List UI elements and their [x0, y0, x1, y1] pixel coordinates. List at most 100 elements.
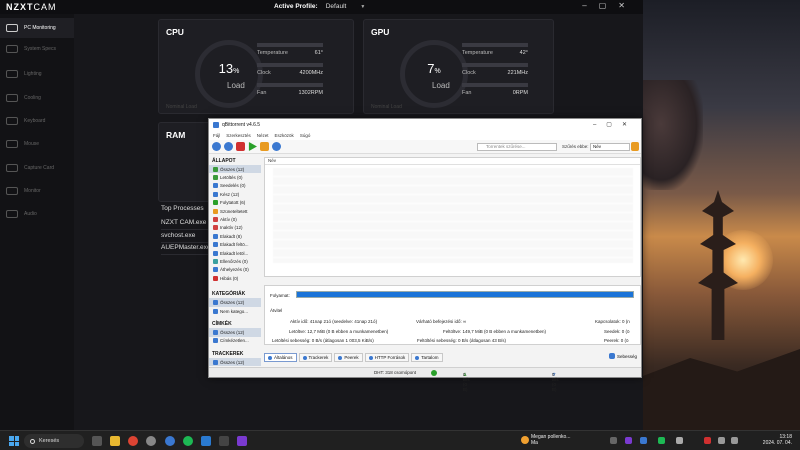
- wallpaper-tree: [643, 80, 703, 190]
- file-explorer-icon[interactable]: [110, 436, 120, 446]
- menu-file[interactable]: Fájl: [213, 133, 220, 138]
- tray-chevron-icon[interactable]: [610, 437, 617, 444]
- status-filter-item[interactable]: Elakadt letöl...: [209, 249, 261, 257]
- tab-trackers[interactable]: Trackerek: [298, 353, 333, 362]
- tab-general[interactable]: Általános: [264, 353, 297, 362]
- tray-app-icon[interactable]: [658, 437, 665, 444]
- nav-monitor[interactable]: Monitor: [0, 181, 74, 201]
- tray-app-icon[interactable]: [704, 437, 711, 444]
- torrent-search-input[interactable]: Torrentek szűrése...: [477, 143, 557, 151]
- status-filter-item[interactable]: Áthelyezés (0): [209, 266, 261, 274]
- nav-keyboard[interactable]: Keyboard: [0, 111, 74, 131]
- menu-edit[interactable]: Szerkesztés: [226, 133, 251, 138]
- status-icon: [213, 200, 218, 206]
- connections: Kapcsolatok: 0 (n: [595, 319, 630, 324]
- status-icon: [213, 191, 218, 197]
- category-item[interactable]: Összes (12): [209, 298, 261, 307]
- settings-icon[interactable]: [146, 436, 156, 446]
- cooling-icon: [6, 94, 18, 102]
- filter-select[interactable]: Név: [590, 143, 630, 151]
- status-filter-item[interactable]: Letöltés (0): [209, 173, 261, 181]
- upload-speed: Feltöltési sebesség: 0 B/s (átlagosan 43…: [417, 338, 507, 343]
- trackers-section-header[interactable]: TRACKEREK: [209, 348, 261, 358]
- qb-statusbar: DHT: 318 csomópont ⇊ 0 B/s (0 B) ⇈ 0 B/s…: [209, 367, 641, 392]
- menu-tools[interactable]: Eszközök: [275, 133, 294, 138]
- menu-help[interactable]: Súgó: [300, 133, 311, 138]
- nav-capture-card[interactable]: Capture Card: [0, 158, 74, 178]
- tracker-icon: [302, 355, 307, 360]
- nav-audio[interactable]: Audio: [0, 204, 74, 224]
- network-icon[interactable]: [718, 437, 725, 444]
- status-filter-item[interactable]: Folytatott (6): [209, 199, 261, 207]
- process-item[interactable]: NZXT CAM.exe: [161, 219, 209, 230]
- cam-window-controls[interactable]: –▢✕: [582, 1, 637, 10]
- process-item[interactable]: svchost.exe: [161, 232, 209, 243]
- speed-button[interactable]: Sebesség: [608, 353, 637, 359]
- tab-content[interactable]: Tartalom: [411, 353, 443, 362]
- tab-http-sources[interactable]: HTTP Források: [364, 353, 410, 362]
- active-profile-selector[interactable]: Active Profile: Default ▼: [274, 3, 365, 10]
- tray-app-icon[interactable]: [676, 437, 683, 444]
- tag-item[interactable]: Összes (12): [209, 328, 261, 337]
- resume-icon[interactable]: [248, 142, 257, 151]
- task-view-icon[interactable]: [92, 436, 102, 446]
- app-icon[interactable]: [201, 436, 211, 446]
- chrome-icon[interactable]: [128, 436, 138, 446]
- pause-icon[interactable]: [260, 142, 269, 151]
- status-filter-item[interactable]: Összes (12): [209, 165, 261, 174]
- cpu-clock: Clock 4200MHz: [257, 63, 323, 76]
- nav-lighting[interactable]: Lighting: [0, 64, 74, 84]
- start-button[interactable]: [9, 436, 19, 446]
- tab-peers[interactable]: Peerek: [334, 353, 363, 362]
- settings-gear-icon[interactable]: [272, 142, 281, 151]
- category-item[interactable]: Nem katego...: [209, 307, 261, 315]
- status-filter-item[interactable]: Szüneteltetett: [209, 207, 261, 215]
- tray-app-icon[interactable]: [625, 437, 632, 444]
- desktop-wallpaper: [643, 0, 800, 430]
- status-filter-item[interactable]: Seedelés (0): [209, 182, 261, 190]
- lock-icon[interactable]: [631, 142, 639, 151]
- taskbar-search[interactable]: Keresés: [24, 434, 84, 448]
- tag-item[interactable]: Címkézetlen...: [209, 337, 261, 345]
- monitor-icon: [6, 24, 18, 32]
- status-filter-item[interactable]: Aktív (0): [209, 215, 261, 223]
- column-header-name[interactable]: Név: [265, 158, 640, 165]
- connection-status-icon[interactable]: [431, 370, 437, 376]
- delete-icon[interactable]: [236, 142, 245, 151]
- eta: Várható befejezési idő: ∞: [416, 319, 467, 324]
- nav-cooling[interactable]: Cooling: [0, 88, 74, 108]
- qb-window-controls[interactable]: –▢✕: [593, 121, 637, 128]
- progress-label: Folyamat:: [270, 293, 290, 298]
- tracker-item[interactable]: Összes (12): [209, 358, 261, 367]
- weather-widget[interactable]: Megan pollenko... Ma: [521, 434, 570, 446]
- torrent-list[interactable]: Név: [264, 157, 641, 277]
- taskbar-clock[interactable]: 13:18 2024. 07. 04.: [752, 434, 792, 446]
- nav-pc-monitoring[interactable]: PC Monitoring: [0, 18, 74, 38]
- gpu-card[interactable]: GPU 7% Load Temperature 42° Clock 221MHz F…: [363, 19, 554, 114]
- nzxt-cam-taskbar-icon[interactable]: [237, 436, 247, 446]
- calculator-icon[interactable]: [219, 436, 229, 446]
- status-filter-item[interactable]: Elakadt (8): [209, 232, 261, 240]
- add-torrent-icon[interactable]: [224, 142, 233, 151]
- qbittorrent-taskbar-icon[interactable]: [165, 436, 175, 446]
- status-filter-item[interactable]: Kész (12): [209, 190, 261, 198]
- add-link-icon[interactable]: [212, 142, 221, 151]
- tags-section-header[interactable]: CÍMKÉK: [209, 318, 261, 328]
- spotify-icon[interactable]: [183, 436, 193, 446]
- cpu-card[interactable]: CPU 13% Load Temperature 61° Clock 4200MHz…: [158, 19, 354, 114]
- status-filter-item[interactable]: Elakadt feltö...: [209, 241, 261, 249]
- nav-mouse[interactable]: Mouse: [0, 134, 74, 154]
- tray-app-icon[interactable]: [640, 437, 647, 444]
- process-item[interactable]: AUEPMaster.exe: [161, 244, 211, 255]
- status-section-header[interactable]: ÁLLAPOT: [209, 155, 261, 165]
- categories-section-header[interactable]: KATEGÓRIÁK: [209, 288, 261, 298]
- menu-view[interactable]: Nézet: [257, 133, 269, 138]
- status-filter-item[interactable]: Inaktív (12): [209, 224, 261, 232]
- status-filter-item[interactable]: Hibás (0): [209, 274, 261, 282]
- nav-system-specs[interactable]: System Specs: [0, 39, 74, 59]
- volume-icon[interactable]: [731, 437, 738, 444]
- display-icon: [6, 187, 18, 195]
- ram-title: RAM: [166, 130, 186, 140]
- info-icon: [268, 355, 272, 360]
- status-filter-item[interactable]: Ellenőrzés (0): [209, 257, 261, 265]
